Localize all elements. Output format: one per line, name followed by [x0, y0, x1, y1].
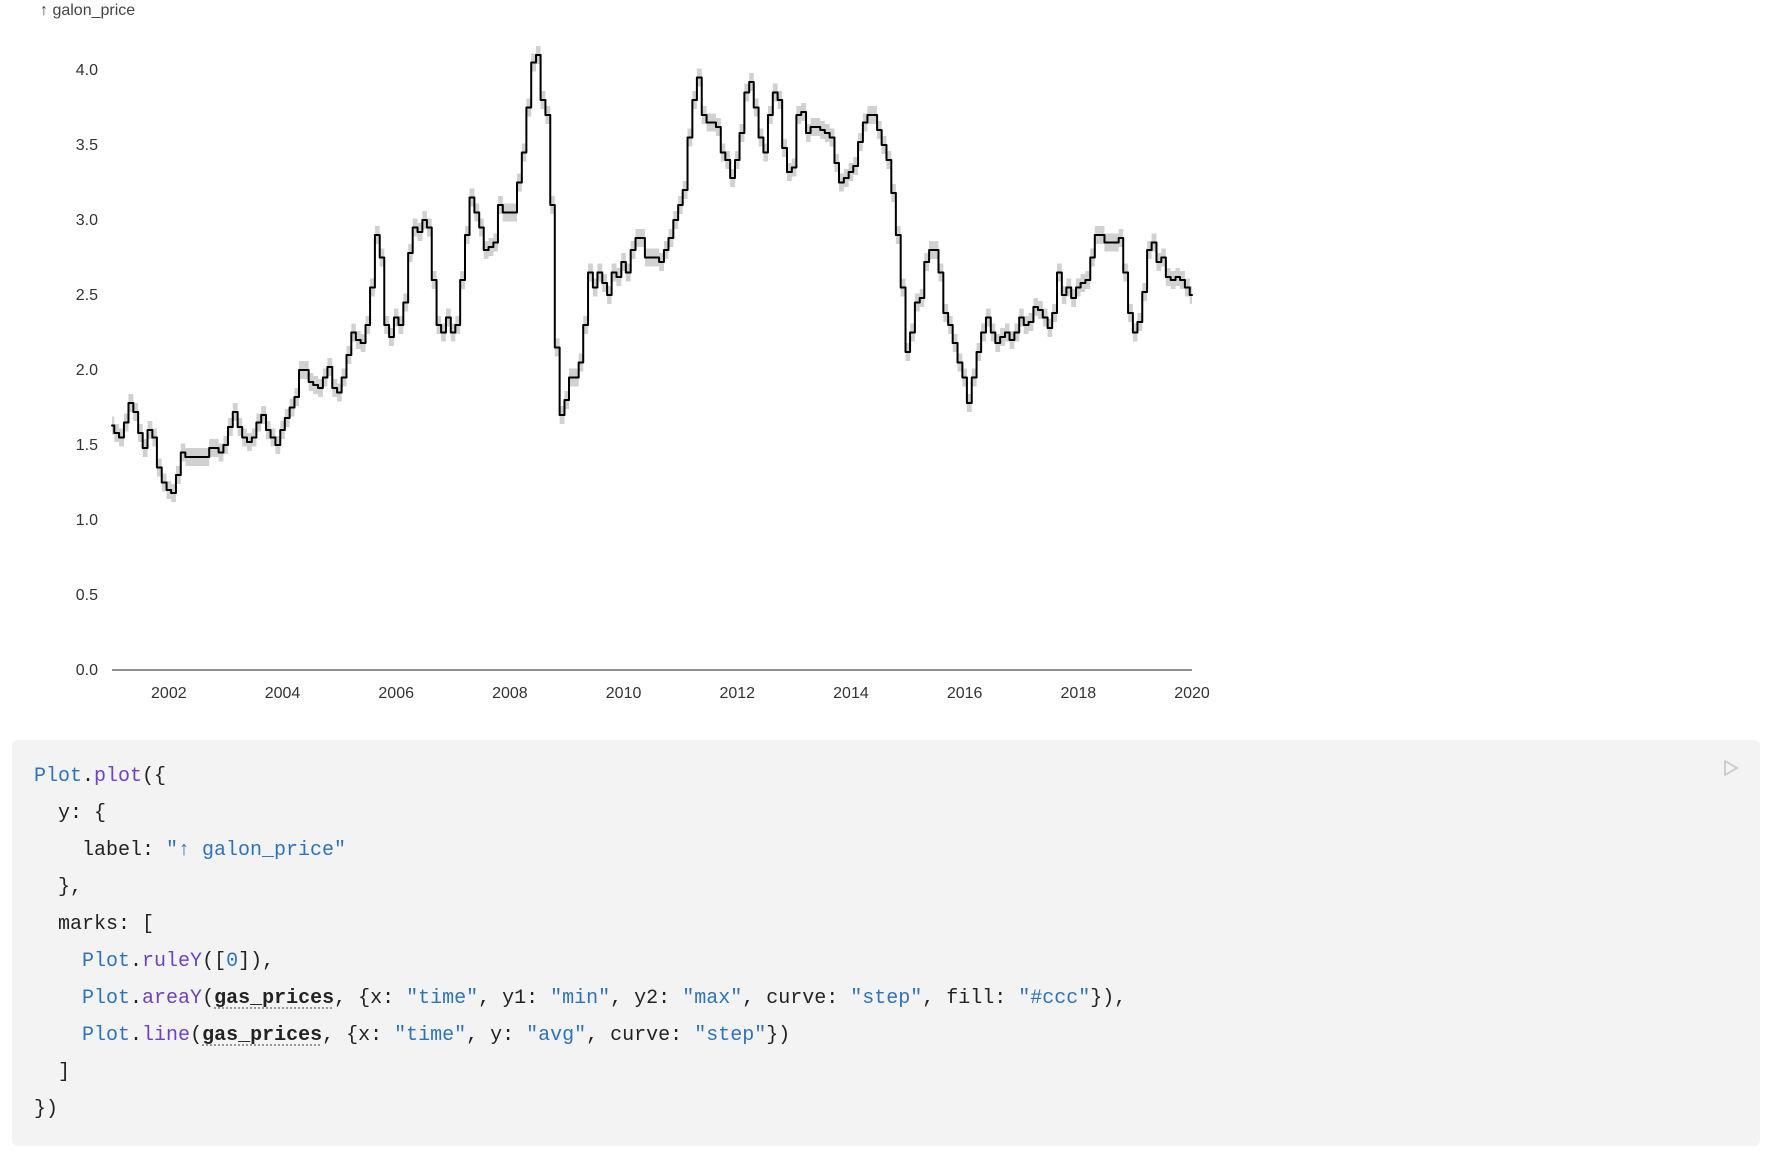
- play-icon[interactable]: [1718, 756, 1742, 780]
- page-root: ↑ galon_price 0.0 0.5 1.0 1.5 2.0 2.5 3.0 3.5 4.…: [0, 0, 1772, 1166]
- price-avg-line: [112, 55, 1192, 493]
- x-tick-label: 2010: [606, 685, 642, 702]
- y-tick-label: 2.0: [76, 362, 98, 379]
- x-tick-label: 2016: [947, 685, 983, 702]
- code-line-5: marks: [: [34, 913, 154, 936]
- x-tick-label: 2014: [833, 685, 869, 702]
- code-line-1: Plot.plot({: [34, 765, 166, 788]
- y-tick-label: 0.0: [76, 662, 98, 679]
- y-tick-label: 1.5: [76, 437, 98, 454]
- chart-svg: 0.0 0.5 1.0 1.5 2.0 2.5 3.0 3.5 4.0 2002 2004 2006 2…: [12, 0, 1212, 720]
- code-line-7: Plot.areaY(gas_prices, {x: "time", y1: "…: [34, 987, 1126, 1010]
- code-line-4: },: [34, 876, 82, 899]
- y-tick-label: 0.5: [76, 587, 98, 604]
- y-tick-label: 1.0: [76, 512, 98, 529]
- price-band-area: [112, 46, 1192, 502]
- x-tick-label: 2008: [492, 685, 528, 702]
- y-axis-label: ↑ galon_price: [40, 2, 135, 20]
- x-tick-label: 2006: [378, 685, 414, 702]
- code-line-9: ]: [34, 1061, 70, 1084]
- code-line-10: }): [34, 1098, 58, 1121]
- code-block: Plot.plot({ y: { label: "↑ galon_price" …: [12, 740, 1760, 1146]
- y-tick-label: 2.5: [76, 287, 98, 304]
- code-line-3: label: "↑ galon_price": [34, 839, 346, 862]
- code-line-2: y: {: [34, 802, 106, 825]
- x-tick-label: 2012: [719, 685, 755, 702]
- chart-holder: ↑ galon_price 0.0 0.5 1.0 1.5 2.0 2.5 3.0 3.5 4.…: [12, 0, 1212, 720]
- x-tick-label: 2002: [151, 685, 187, 702]
- y-tick-label: 4.0: [76, 62, 98, 79]
- y-tick-label: 3.0: [76, 212, 98, 229]
- x-tick-label: 2004: [265, 685, 301, 702]
- x-tick-label: 2018: [1061, 685, 1097, 702]
- y-tick-label: 3.5: [76, 137, 98, 154]
- code-line-6: Plot.ruleY([0]),: [34, 950, 274, 973]
- x-tick-label: 2020: [1174, 685, 1210, 702]
- code-line-8: Plot.line(gas_prices, {x: "time", y: "av…: [34, 1024, 790, 1047]
